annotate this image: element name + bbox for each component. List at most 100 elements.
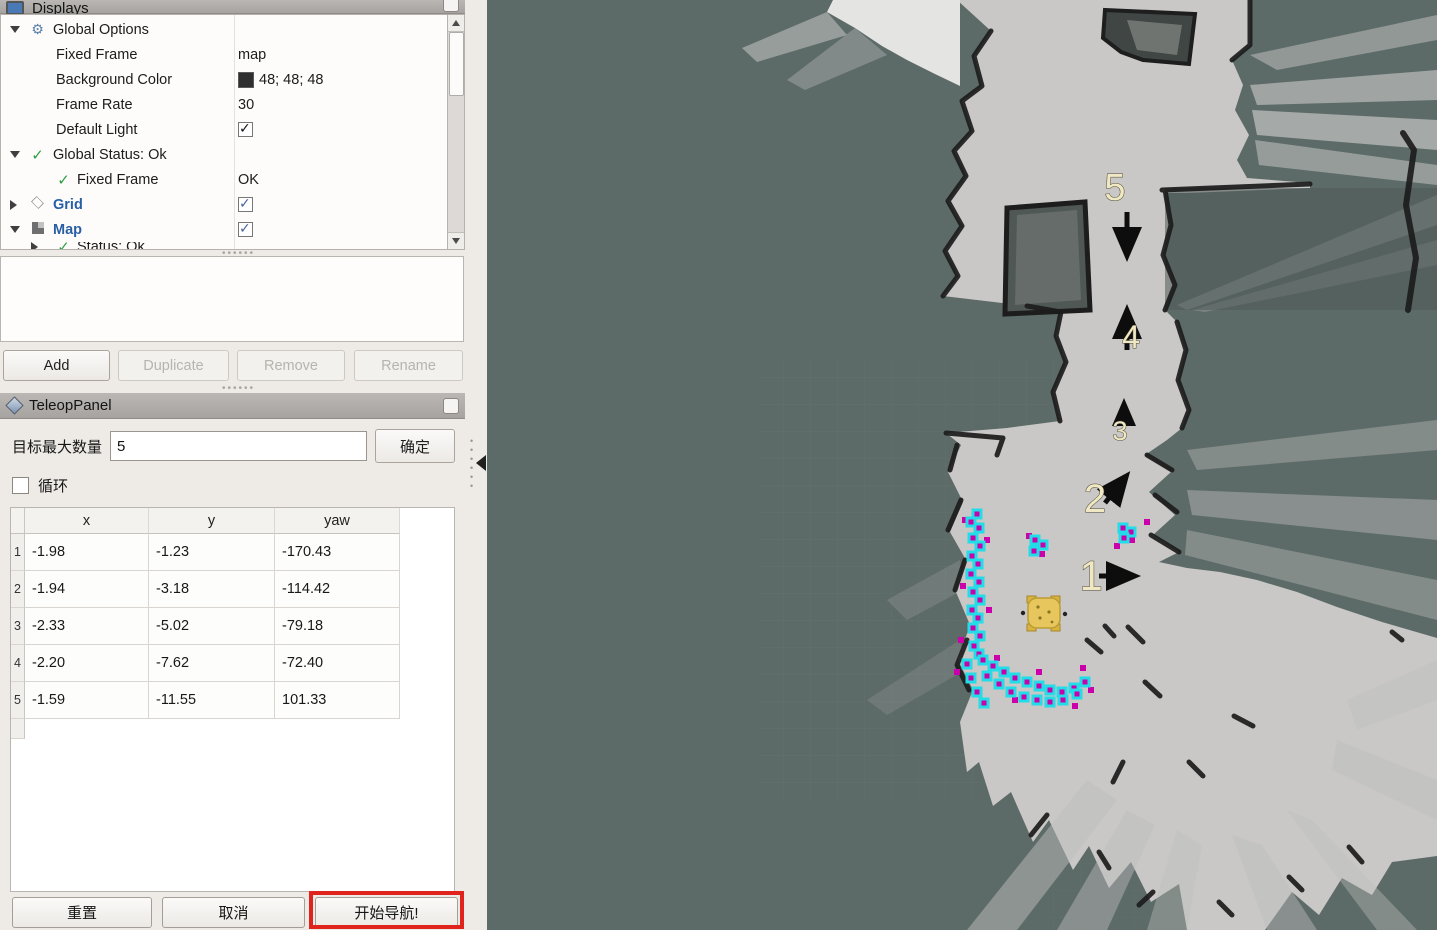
col-header-y[interactable]: y: [149, 508, 275, 534]
fixed-frame-status-value: OK: [238, 172, 259, 188]
cell-y[interactable]: -1.23: [149, 534, 275, 571]
background-color-value[interactable]: 48; 48; 48: [238, 72, 324, 88]
rviz-3d-viewport[interactable]: 1 2 3 4 5: [487, 0, 1437, 930]
add-button[interactable]: Add: [3, 350, 110, 381]
cell-y[interactable]: -3.18: [149, 571, 275, 608]
left-panel-column: Displays ⚙ Global Options Fixed Frame ma…: [0, 0, 487, 930]
rviz-window: Displays ⚙ Global Options Fixed Frame ma…: [0, 0, 1437, 930]
start-navigation-button[interactable]: 开始导航!: [315, 897, 458, 928]
row-header[interactable]: 4: [11, 645, 25, 682]
row-header-empty: [11, 719, 25, 739]
row-header[interactable]: 1: [11, 534, 25, 571]
waypoint-4-label: 4: [1122, 319, 1140, 355]
teleop-titlebar[interactable]: TeleopPanel: [0, 393, 465, 419]
display-description-box: [0, 256, 464, 342]
map-label: Map: [53, 222, 82, 238]
rename-button: Rename: [354, 350, 463, 381]
panel-diamond-icon: [5, 396, 23, 414]
status-ok-check-icon: [56, 171, 71, 189]
fixed-frame-label: Fixed Frame: [56, 47, 137, 63]
collapse-arrow-icon[interactable]: [10, 26, 20, 33]
cell-x[interactable]: -1.59: [25, 682, 149, 719]
row-header[interactable]: 3: [11, 608, 25, 645]
robot-marker: [1021, 596, 1067, 631]
displays-float-button[interactable]: [443, 0, 459, 12]
teleop-title: TeleopPanel: [29, 397, 112, 414]
cell-x[interactable]: -2.20: [25, 645, 149, 682]
default-light-checkbox[interactable]: [238, 122, 253, 137]
waypoint-5-label: 5: [1104, 167, 1125, 209]
cell-y[interactable]: -7.62: [149, 645, 275, 682]
col-header-x[interactable]: x: [25, 508, 149, 534]
displays-tree: ⚙ Global Options Fixed Frame map Backgro…: [0, 14, 465, 250]
displays-button-row: Add Duplicate Remove Rename: [0, 350, 465, 381]
global-status-label: Global Status: Ok: [53, 147, 167, 163]
waypoint-table: x y yaw 1 -1.98 -1.23 -170.43 2 -1.94 -3…: [10, 507, 455, 892]
panel-map-splitter[interactable]: ••••••: [465, 0, 487, 930]
splitter-dots: ••••••: [470, 437, 473, 491]
max-goals-input[interactable]: [110, 431, 367, 461]
background-color-label: Background Color: [56, 72, 172, 88]
tree-row-frame-rate[interactable]: Frame Rate 30: [1, 92, 464, 117]
tree-row-background-color[interactable]: Background Color 48; 48; 48: [1, 67, 464, 92]
cell-y[interactable]: -5.02: [149, 608, 275, 645]
max-goals-label: 目标最大数量: [12, 431, 102, 461]
teleop-float-button[interactable]: [443, 398, 459, 414]
cancel-button[interactable]: 取消: [162, 897, 305, 928]
color-swatch: [238, 72, 254, 88]
cell-y[interactable]: -11.55: [149, 682, 275, 719]
waypoint-3-label: 3: [1112, 416, 1127, 446]
tree-row-global-options[interactable]: ⚙ Global Options: [1, 17, 464, 42]
grid-label: Grid: [53, 197, 83, 213]
confirm-button[interactable]: 确定: [375, 429, 455, 463]
tree-row-fixed-frame-status[interactable]: Fixed Frame OK: [1, 167, 464, 192]
cell-x[interactable]: -1.98: [25, 534, 149, 571]
gear-icon: ⚙: [30, 21, 45, 38]
background-color-text: 48; 48; 48: [259, 72, 324, 88]
tree-row-fixed-frame[interactable]: Fixed Frame map: [1, 42, 464, 67]
tree-scrollbar[interactable]: [447, 15, 464, 249]
collapse-arrow-icon[interactable]: [10, 151, 20, 158]
scroll-up-button[interactable]: [448, 15, 464, 32]
default-light-label: Default Light: [56, 122, 137, 138]
tree-row-map[interactable]: Map: [1, 217, 464, 242]
fixed-frame-status-label: Fixed Frame: [77, 172, 158, 188]
grid-checkbox[interactable]: [238, 197, 253, 212]
row-header[interactable]: 2: [11, 571, 25, 608]
map-checkbox[interactable]: [238, 222, 253, 237]
waypoint-2-label: 2: [1084, 477, 1106, 521]
loop-label: 循环: [38, 475, 68, 496]
expand-arrow-icon[interactable]: [10, 200, 17, 210]
scroll-down-button[interactable]: [448, 232, 464, 249]
cell-x[interactable]: -2.33: [25, 608, 149, 645]
waypoint-1-label: 1: [1079, 552, 1102, 599]
map-display-icon: [30, 222, 45, 238]
loop-checkbox[interactable]: [12, 477, 29, 494]
cell-x[interactable]: -1.94: [25, 571, 149, 608]
col-header-yaw[interactable]: yaw: [275, 508, 400, 534]
fixed-frame-value[interactable]: map: [238, 47, 266, 63]
expand-arrow-icon[interactable]: [31, 242, 38, 250]
triangle-up-icon: [452, 20, 460, 26]
status-ok-check-icon: [56, 242, 71, 250]
duplicate-button: Duplicate: [118, 350, 229, 381]
row-header[interactable]: 5: [11, 682, 25, 719]
tree-row-default-light[interactable]: Default Light: [1, 117, 464, 142]
map-status-label: Status: Ok: [77, 242, 145, 250]
cell-yaw[interactable]: -72.40: [275, 645, 400, 682]
tree-row-grid[interactable]: Grid: [1, 192, 464, 217]
triangle-down-icon: [452, 238, 460, 244]
cell-yaw[interactable]: -79.18: [275, 608, 400, 645]
frame-rate-value[interactable]: 30: [238, 97, 254, 113]
tree-row-global-status[interactable]: Global Status: Ok: [1, 142, 464, 167]
collapse-arrow-icon[interactable]: [10, 226, 20, 233]
displays-titlebar[interactable]: Displays: [0, 0, 465, 14]
cell-yaw[interactable]: 101.33: [275, 682, 400, 719]
scrollbar-thumb[interactable]: [449, 32, 464, 96]
cell-yaw[interactable]: -170.43: [275, 534, 400, 571]
grid-display-icon: [30, 196, 45, 213]
collapse-panel-icon[interactable]: [476, 455, 486, 471]
cell-yaw[interactable]: -114.42: [275, 571, 400, 608]
reset-button[interactable]: 重置: [12, 897, 152, 928]
loop-row: 循环: [12, 475, 68, 495]
